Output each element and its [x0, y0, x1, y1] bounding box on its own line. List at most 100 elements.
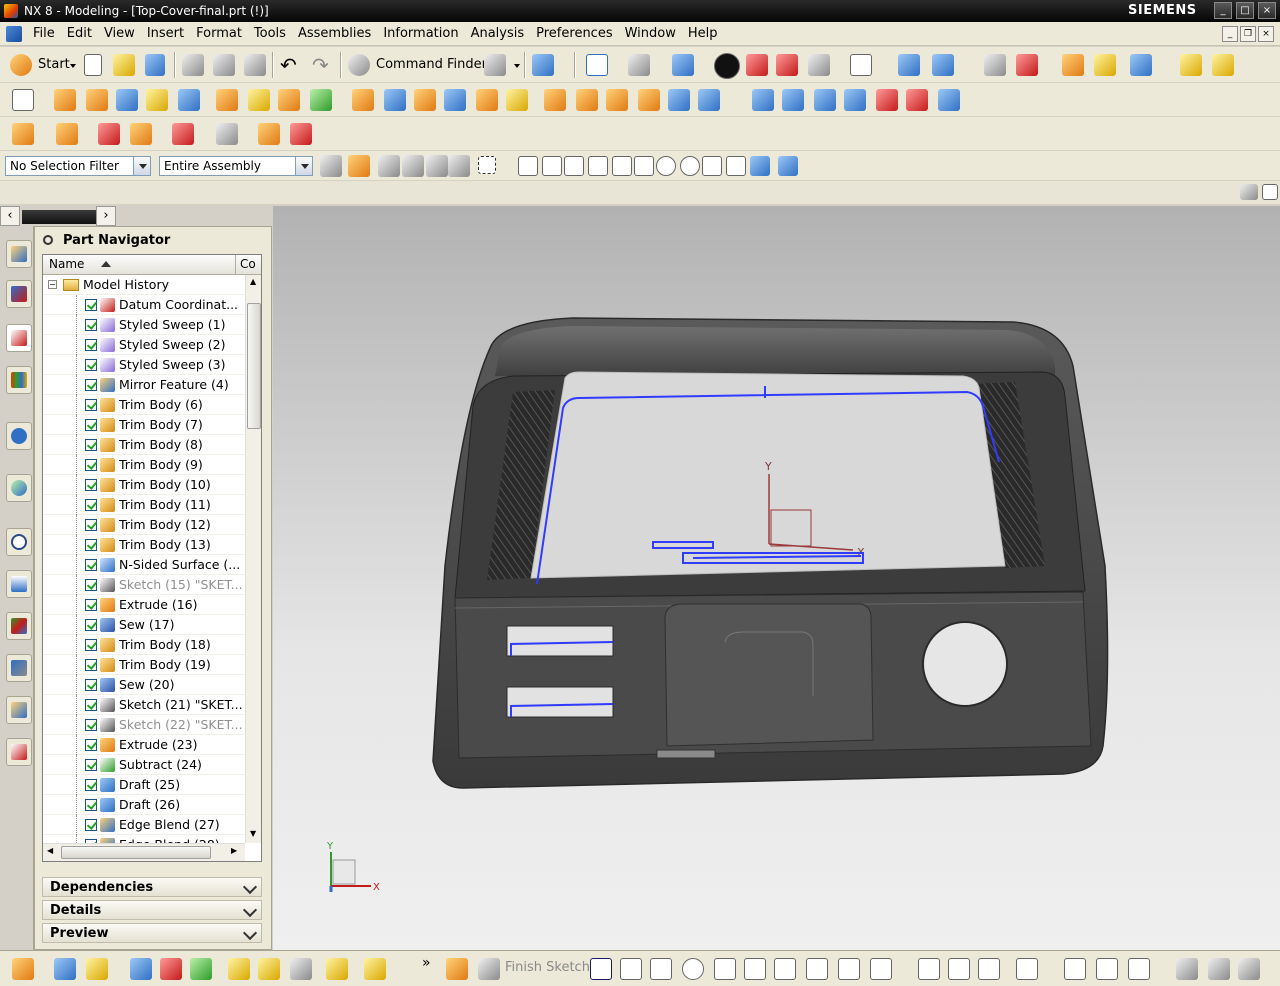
tree-row[interactable]: Draft (25)	[43, 775, 245, 795]
offset-face-icon[interactable]	[476, 89, 498, 111]
visibility-checkbox[interactable]	[85, 339, 97, 351]
assembly-navigator-tab[interactable]	[6, 240, 32, 268]
analysis-icon[interactable]	[1062, 54, 1084, 76]
scroll-right-button[interactable]: ›	[96, 206, 116, 226]
box-explode-icon[interactable]	[776, 54, 798, 76]
model-icon[interactable]	[54, 958, 76, 980]
block-icon[interactable]	[116, 89, 138, 111]
scroll-right-icon[interactable]: ▶	[231, 846, 237, 855]
visibility-checkbox[interactable]	[85, 419, 97, 431]
mid-point-icon[interactable]	[588, 156, 608, 176]
visibility-checkbox[interactable]	[85, 799, 97, 811]
tree-row[interactable]: Styled Sweep (2)	[43, 335, 245, 355]
left-button-slot-bottom[interactable]	[506, 686, 614, 718]
details-panel[interactable]: Details	[42, 900, 262, 920]
add-existing-icon[interactable]	[86, 958, 108, 980]
tree-row[interactable]: Trim Body (9)	[43, 455, 245, 475]
sweep-icon[interactable]	[576, 89, 598, 111]
paste-icon[interactable]	[244, 54, 266, 76]
filter-settings-icon[interactable]	[320, 155, 342, 177]
visibility-checkbox[interactable]	[85, 639, 97, 651]
tree-row[interactable]: Trim Body (18)	[43, 635, 245, 655]
manufacturing-wizard-tab[interactable]	[6, 612, 32, 640]
extrude-tool-icon[interactable]	[54, 89, 76, 111]
scroll-left-icon[interactable]: ◀	[47, 846, 53, 855]
menu-window[interactable]: Window	[620, 26, 683, 41]
quick-pick-icon[interactable]	[402, 155, 424, 177]
layer-icon[interactable]	[898, 54, 920, 76]
column-comment[interactable]: Co	[240, 257, 256, 271]
visibility-checkbox[interactable]	[85, 599, 97, 611]
paperclip-icon[interactable]	[364, 958, 386, 980]
tree-row[interactable]: N-Sided Surface (...	[43, 555, 245, 575]
wcs-icon[interactable]	[1016, 54, 1038, 76]
select-body-icon[interactable]	[448, 155, 470, 177]
measure-icon[interactable]	[1094, 54, 1116, 76]
visibility-checkbox[interactable]	[85, 659, 97, 671]
tree-row[interactable]: Styled Sweep (1)	[43, 315, 245, 335]
selection-scope-select[interactable]: Entire Assembly	[159, 156, 313, 176]
open-file-icon[interactable]	[113, 54, 135, 76]
section-view-icon[interactable]	[808, 54, 830, 76]
rectangle-icon[interactable]	[774, 958, 796, 980]
visibility-checkbox[interactable]	[85, 779, 97, 791]
n-sided-tool-icon[interactable]	[668, 89, 690, 111]
tree-row[interactable]: Trim Body (6)	[43, 395, 245, 415]
reposition-icon[interactable]	[172, 123, 194, 145]
tree-row[interactable]: Datum Coordinat...	[43, 295, 245, 315]
tree-row[interactable]: Extrude (16)	[43, 595, 245, 615]
teamcenter-tab[interactable]	[6, 738, 32, 766]
menu-view[interactable]: View	[99, 26, 142, 41]
hammer-dropdown-icon[interactable]	[514, 64, 520, 68]
tree-row[interactable]: Subtract (24)	[43, 755, 245, 775]
shell-icon[interactable]	[444, 89, 466, 111]
snap-enable-icon[interactable]	[542, 156, 562, 176]
nx-app-icon[interactable]	[4, 4, 18, 18]
arc-center-icon[interactable]	[656, 156, 676, 176]
visibility-checkbox[interactable]	[85, 319, 97, 331]
doc-minimize-button[interactable]: _	[1222, 26, 1238, 42]
end-point-icon[interactable]	[564, 156, 584, 176]
hole-icon[interactable]	[146, 89, 168, 111]
menu-preferences[interactable]: Preferences	[531, 26, 619, 41]
tree-row[interactable]: Sketch (15) "SKET...	[43, 575, 245, 595]
menu-file[interactable]: File	[28, 26, 62, 41]
select-all-icon[interactable]	[378, 155, 400, 177]
ruler-icon[interactable]	[1180, 54, 1202, 76]
start-icon[interactable]	[10, 54, 32, 76]
new-component-icon[interactable]	[56, 123, 78, 145]
bounded-plane-icon[interactable]	[698, 89, 720, 111]
visibility-checkbox[interactable]	[85, 619, 97, 631]
thicken-icon[interactable]	[876, 89, 898, 111]
tree-row[interactable]: Trim Body (7)	[43, 415, 245, 435]
menu-assemblies[interactable]: Assemblies	[293, 26, 378, 41]
sketch-tool-icon[interactable]	[12, 89, 34, 111]
scroll-up-icon[interactable]: ▲	[250, 277, 256, 286]
tree-row[interactable]: Sketch (22) "SKET...	[43, 715, 245, 735]
chevron-down-icon[interactable]	[242, 902, 258, 918]
binoculars-icon[interactable]	[348, 54, 370, 76]
constraints-icon[interactable]	[1128, 958, 1150, 980]
point-icon[interactable]	[838, 958, 860, 980]
visibility-checkbox[interactable]	[85, 479, 97, 491]
maximize-button[interactable]: □	[1236, 2, 1254, 19]
shaded-view-icon[interactable]	[672, 54, 694, 76]
copy-icon[interactable]	[213, 54, 235, 76]
existing-point-icon[interactable]	[702, 156, 722, 176]
tree-row[interactable]: Sketch (21) "SKET...	[43, 695, 245, 715]
finish-sketch-icon[interactable]	[478, 958, 500, 980]
tree-row[interactable]: Trim Body (13)	[43, 535, 245, 555]
wave-link-icon[interactable]	[290, 123, 312, 145]
reuse-library-tab[interactable]	[6, 366, 32, 394]
command-finder-button[interactable]: Command Finder	[376, 57, 487, 72]
tree-row[interactable]: Edge Blend (27)	[43, 815, 245, 835]
circle-icon[interactable]	[682, 958, 704, 980]
chevron-down-icon[interactable]	[295, 157, 312, 175]
angle-measure-icon[interactable]	[1212, 54, 1234, 76]
collapse-icon[interactable]: −	[48, 280, 57, 289]
clearance-icon[interactable]	[258, 123, 280, 145]
exploded-view-icon[interactable]	[216, 123, 238, 145]
quick-trim-icon[interactable]	[918, 958, 940, 980]
trim-body-tool-icon[interactable]	[506, 89, 528, 111]
tree-row[interactable]: Trim Body (10)	[43, 475, 245, 495]
